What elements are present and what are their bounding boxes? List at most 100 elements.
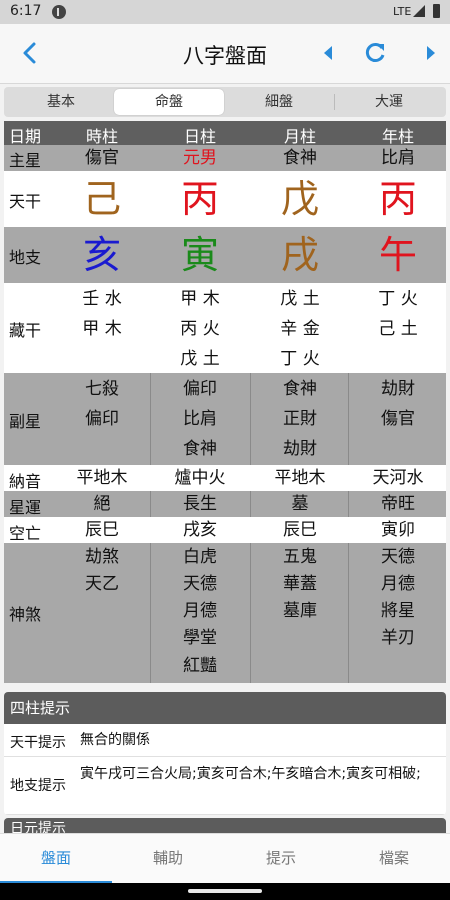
tab-chart[interactable]: 命盤 [114,89,224,115]
stem-glyph: 丙 [180,177,219,221]
main-star-cell: 比肩 [381,148,415,168]
tab-basic[interactable]: 基本 [6,89,116,115]
tab-detail[interactable]: 細盤 [224,89,334,115]
branch-glyph: 亥 [82,233,121,277]
secondary-star: 劫財 [381,379,415,399]
spirit-item: 天德 [183,574,217,594]
nav-files[interactable]: 檔案 [338,834,450,884]
nav-board[interactable]: 盤面 [0,834,112,884]
next-arrow-icon[interactable] [416,38,446,68]
spirit-item: 羊刃 [381,628,415,648]
prev-arrow-icon[interactable] [313,38,343,68]
row-label: 副星 [9,412,42,431]
hidden-stems-row: 藏干 壬 水 甲 木 甲 木 丙 火 戊 土 戊 土 辛 金 丁 火 丁 火 己… [4,283,446,373]
hint-row: 天干提示 無合的關係 [4,724,446,757]
star-luck-row: 星運 絕 長生 墓 帝旺 [4,491,446,517]
branch-glyph: 寅 [180,233,219,277]
hidden-stem: 辛 金 [280,319,320,339]
nav-assist[interactable]: 輔助 [112,834,224,884]
stem-glyph: 戊 [280,177,319,221]
secondary-star: 七殺 [85,379,119,399]
spirit-item: 白虎 [183,547,217,567]
home-gesture-pill[interactable] [188,889,262,893]
void-cell: 戌亥 [183,520,217,540]
secondary-star: 偏印 [183,379,217,399]
hidden-stem: 丁 火 [378,289,418,309]
row-label: 空亡 [9,524,42,543]
row-label: 天干 [9,192,42,211]
void-cell: 辰巳 [85,520,119,540]
spirit-item: 劫煞 [85,547,119,567]
tab-divider [334,94,335,110]
hidden-stem: 壬 水 [82,289,122,309]
refresh-icon[interactable] [360,38,390,68]
main-star-cell: 食神 [283,148,317,168]
stem-glyph: 丙 [378,177,417,221]
spirit-item: 紅豔 [183,656,217,676]
secondary-star: 偏印 [85,409,119,429]
row-label: 星運 [9,498,42,517]
hint-text: 無合的關係 [80,732,150,748]
app-notification-icon [52,5,66,19]
branch-glyph: 午 [378,233,417,277]
hint-row: 地支提示 寅午戌可三合火局;寅亥可合木;午亥暗合木;寅亥可相破; [4,757,446,815]
hidden-stem: 丁 火 [280,349,320,369]
main-star-cell: 元男 [183,148,217,168]
row-label: 納音 [9,472,42,491]
secondary-star: 正財 [283,409,317,429]
heavenly-stem-row: 天干 己 丙 戊 丙 [4,171,446,227]
row-label: 地支 [9,248,42,267]
nayin-row: 納音 平地木 爐中火 平地木 天河水 [4,465,446,491]
hidden-stem: 戊 土 [280,289,320,309]
system-nav-bar [0,883,450,900]
network-label: LTE [393,5,412,18]
bazi-chart: 日期 時柱 日柱 月柱 年柱 主星 傷官 元男 食神 比肩 天干 己 丙 戊 丙… [4,121,446,683]
secondary-star: 食神 [283,379,317,399]
void-cell: 辰巳 [283,520,317,540]
row-label: 神煞 [9,605,42,624]
secondary-star: 比肩 [183,409,217,429]
main-star-cell: 傷官 [85,148,119,168]
secondary-star: 食神 [183,439,217,459]
hint-label: 天干提示 [10,735,66,751]
nav-hints[interactable]: 提示 [225,834,337,884]
signal-icon [413,5,425,17]
spirit-item: 天乙 [85,574,119,594]
bottom-nav: 盤面 輔助 提示 檔案 [0,833,450,884]
spirits-row: 神煞 劫煞 天乙 白虎 天德 月德 學堂 紅豔 五鬼 華蓋 墓庫 天德 月德 將… [4,543,446,683]
pillar-hints-panel: 四柱提示 天干提示 無合的關係 地支提示 寅午戌可三合火局;寅亥可合木;午亥暗合… [4,692,446,815]
spirit-item: 學堂 [183,628,217,648]
hints-title: 四柱提示 [4,692,446,724]
row-label: 主星 [9,151,42,170]
main-star-row: 主星 傷官 元男 食神 比肩 [4,145,446,171]
void-cell: 寅卯 [381,520,415,540]
hidden-stem: 甲 木 [82,319,122,339]
status-bar: 6:17 LTE [0,0,450,24]
secondary-star: 傷官 [381,409,415,429]
stem-glyph: 己 [82,177,121,221]
spirit-item: 月德 [381,574,415,594]
hidden-stem: 己 土 [378,319,418,339]
spirit-item: 天德 [381,547,415,567]
segmented-tabs: 基本 命盤 細盤 大運 [4,87,446,117]
tab-luck[interactable]: 大運 [334,89,444,115]
secondary-star: 劫財 [283,439,317,459]
hidden-stem: 戊 土 [180,349,220,369]
spirit-item: 將星 [381,601,415,621]
spirit-item: 月德 [183,601,217,621]
hint-label: 地支提示 [10,778,66,794]
status-time: 6:17 [10,3,42,19]
spirit-item: 華蓋 [283,574,317,594]
void-row: 空亡 辰巳 戌亥 辰巳 寅卯 [4,517,446,543]
branch-glyph: 戌 [280,233,319,277]
app-bar: 八字盤面 [0,24,450,84]
secondary-star-row: 副星 七殺 偏印 偏印 比肩 食神 食神 正財 劫財 劫財 傷官 [4,373,446,465]
row-label: 藏干 [9,321,42,340]
earthly-branch-row: 地支 亥 寅 戌 午 [4,227,446,283]
battery-icon [433,4,440,18]
row-label: 日期 [9,127,42,146]
chart-header-row: 日期 時柱 日柱 月柱 年柱 [4,121,446,146]
hidden-stem: 甲 木 [180,289,220,309]
spirit-item: 五鬼 [283,547,317,567]
spirit-item: 墓庫 [283,601,317,621]
